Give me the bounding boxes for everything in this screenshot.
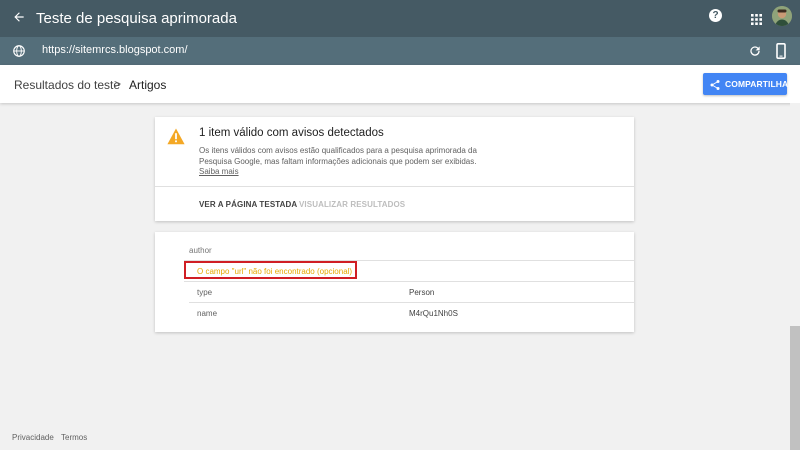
reload-icon[interactable]	[748, 44, 762, 58]
warning-icon	[167, 128, 185, 145]
chevron-right-icon: >	[114, 77, 122, 91]
field-key-type: type	[197, 288, 213, 297]
field-key-name: name	[197, 309, 218, 318]
apps-grid-icon[interactable]	[751, 12, 762, 25]
section-label-author: author	[189, 246, 212, 255]
summary-title: 1 item válido com avisos detectados	[199, 127, 384, 139]
user-avatar[interactable]	[772, 6, 792, 26]
breadcrumb-test-results[interactable]: Resultados do teste	[14, 78, 120, 92]
url-bar: https://sitemrcs.blogspot.com/	[0, 37, 800, 65]
app-bar: Teste de pesquisa aprimorada ?	[0, 0, 800, 37]
row-divider	[184, 281, 634, 282]
field-value-type: Person	[409, 288, 435, 297]
learn-more-link[interactable]: Saiba mais	[199, 167, 239, 176]
results-header: Resultados do teste > Artigos COMPARTILH…	[0, 65, 800, 103]
summary-description: Os itens válidos com avisos estão qualif…	[199, 146, 477, 166]
app-title: Teste de pesquisa aprimorada	[36, 10, 237, 27]
mobile-device-icon[interactable]	[776, 43, 786, 59]
share-icon	[709, 78, 721, 90]
terms-link[interactable]: Termos	[61, 433, 87, 442]
summary-card: 1 item válido com avisos detectados Os i…	[155, 117, 634, 221]
missing-url-warning: O campo "url" não foi encontrado (opcion…	[197, 267, 353, 276]
row-divider	[189, 302, 634, 303]
privacy-link[interactable]: Privacidade	[12, 433, 54, 442]
globe-icon	[12, 44, 26, 58]
details-card: author O campo "url" não foi encontrado …	[155, 232, 634, 332]
scrollbar-thumb[interactable]	[790, 326, 800, 450]
url-text: https://sitemrcs.blogspot.com/	[42, 44, 188, 56]
breadcrumb-articles: Artigos	[129, 78, 167, 92]
arrow-left-icon[interactable]	[11, 9, 27, 25]
view-results-button[interactable]: VISUALIZAR RESULTADOS	[299, 200, 405, 209]
field-value-name: M4rQu1Nh0S	[409, 309, 458, 318]
help-icon[interactable]: ?	[709, 9, 722, 22]
view-tested-page-button[interactable]: VER A PÁGINA TESTADA	[199, 200, 297, 209]
share-button-label: COMPARTILHAR	[725, 79, 795, 89]
share-button[interactable]: COMPARTILHAR	[703, 73, 794, 95]
card-divider	[155, 186, 634, 187]
